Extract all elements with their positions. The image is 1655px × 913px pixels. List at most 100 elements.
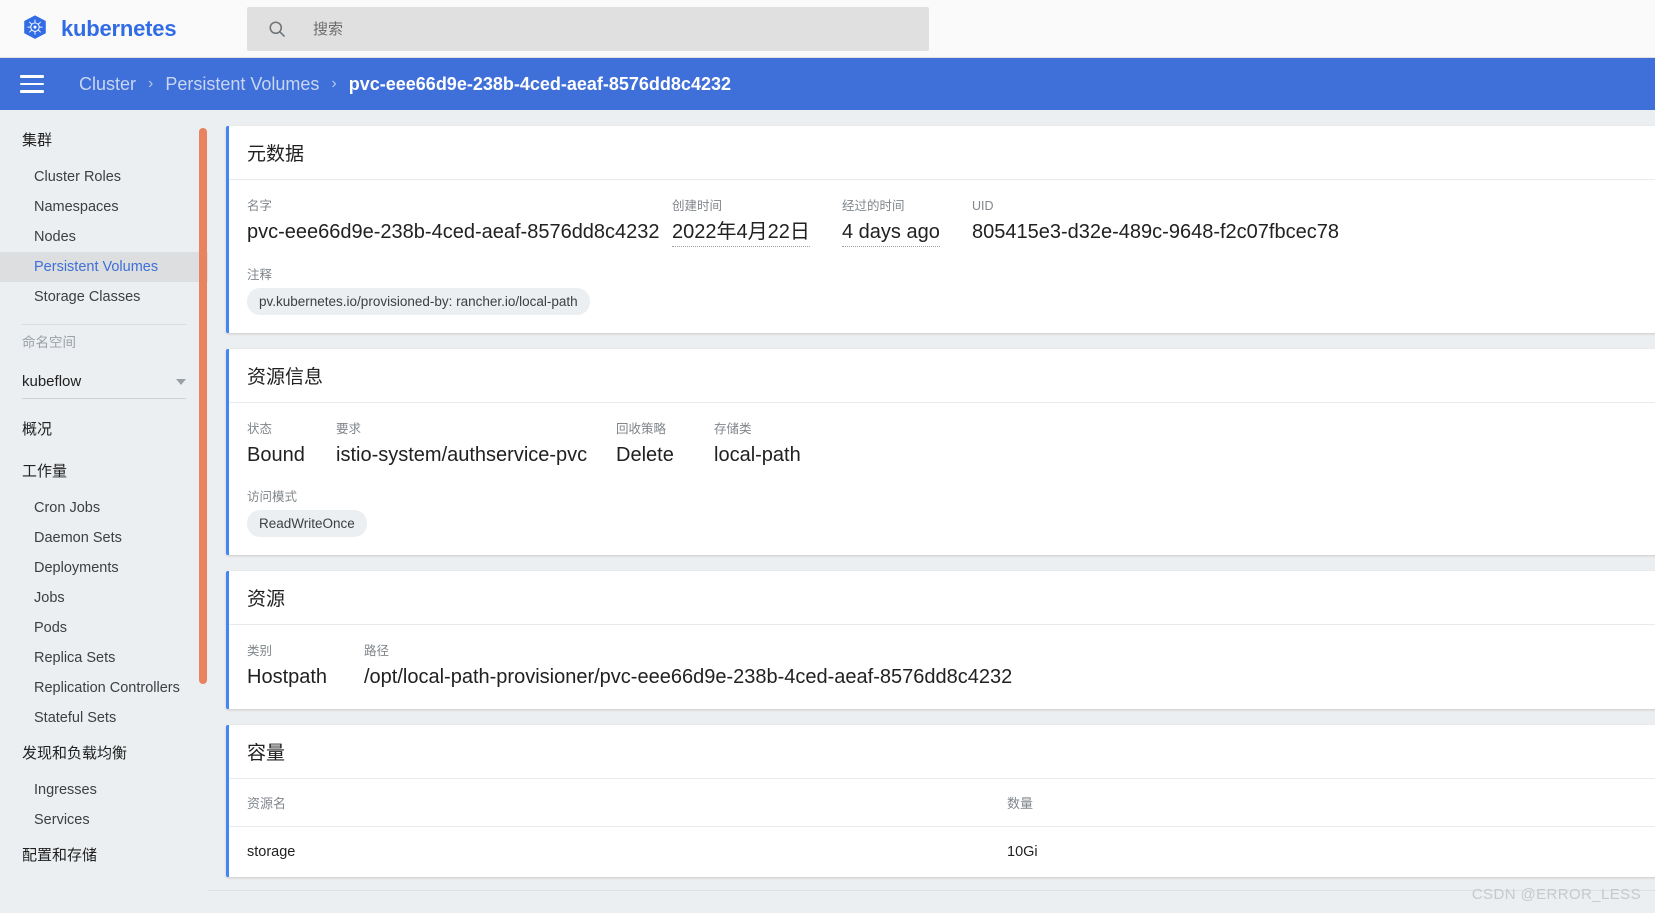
claim-value: istio-system/authservice-pvc: [336, 442, 616, 469]
metadata-annotations-label: 注释: [247, 267, 1655, 283]
storage-class-value: local-path: [714, 442, 801, 469]
table-row[interactable]: storage 10Gi: [229, 827, 1655, 878]
sidebar-item-nodes[interactable]: Nodes: [0, 222, 208, 252]
resource-info-card-body: 状态 Bound 要求 istio-system/authservice-pvc…: [229, 403, 1655, 555]
sidebar-item-jobs[interactable]: Jobs: [0, 583, 208, 613]
metadata-field-uid: UID 805415e3-d32e-489c-9648-f2c07fbcec78: [972, 198, 1339, 247]
capacity-card: 容量 资源名 数量 storage 10Gi: [226, 725, 1655, 877]
resources-field-path: 路径 /opt/local-path-provisioner/pvc-eee66…: [364, 643, 1012, 691]
sidebar-item-daemon-sets[interactable]: Daemon Sets: [0, 523, 208, 553]
sidebar-item-replication-controllers[interactable]: Replication Controllers: [0, 673, 208, 703]
reclaim-policy-value: Delete: [616, 442, 714, 469]
metadata-card-header: 元数据: [229, 126, 1655, 180]
capacity-card-title: 容量: [247, 738, 285, 765]
bottom-divider: [208, 890, 1655, 891]
resources-card-body: 类别 Hostpath 路径 /opt/local-path-provision…: [229, 625, 1655, 709]
search-icon: [267, 19, 287, 39]
resource-type-label: 类别: [247, 643, 364, 659]
brand-label: kubernetes: [61, 16, 176, 42]
namespace-select-value: kubeflow: [22, 373, 81, 390]
sidebar-item-ingresses[interactable]: Ingresses: [0, 775, 208, 805]
sidebar-item-persistent-volumes[interactable]: Persistent Volumes: [0, 252, 208, 282]
sidebar-item-deployments[interactable]: Deployments: [0, 553, 208, 583]
breadcrumb-bar: Cluster › Persistent Volumes › pvc-eee66…: [0, 58, 1655, 110]
storage-class-label: 存储类: [714, 421, 801, 437]
metadata-created-label: 创建时间: [672, 198, 842, 214]
metadata-card: 元数据 名字 pvc-eee66d9e-238b-4ced-aeaf-8576d…: [226, 126, 1655, 333]
sidebar-group-workloads: 工作量: [0, 451, 208, 493]
metadata-created-value: 2022年4月22日: [672, 219, 810, 247]
breadcrumb-item-cluster[interactable]: Cluster: [79, 74, 136, 95]
metadata-field-row: 名字 pvc-eee66d9e-238b-4ced-aeaf-8576dd8c4…: [247, 198, 1655, 247]
sidebar-namespace-label: 命名空间: [0, 325, 208, 361]
main-content: 元数据 名字 pvc-eee66d9e-238b-4ced-aeaf-8576d…: [208, 110, 1655, 913]
sidebar-item-stateful-sets[interactable]: Stateful Sets: [0, 703, 208, 733]
breadcrumb-item-persistent-volumes[interactable]: Persistent Volumes: [165, 74, 319, 95]
capacity-table: 资源名 数量 storage 10Gi: [229, 779, 1655, 877]
sidebar-item-storage-classes[interactable]: Storage Classes: [0, 282, 208, 312]
resource-info-field-access-modes: 访问模式 ReadWriteOnce: [247, 489, 1655, 537]
metadata-field-annotations: 注释 pv.kubernetes.io/provisioned-by: ranc…: [247, 267, 1655, 315]
column-header-quantity[interactable]: 数量: [989, 779, 1655, 827]
status-label: 状态: [247, 421, 336, 437]
search-box[interactable]: [247, 7, 929, 51]
sidebar-item-overview[interactable]: 概况: [0, 409, 208, 451]
sidebar-scrollbar-thumb[interactable]: [199, 128, 207, 684]
resource-info-card-title: 资源信息: [247, 362, 323, 389]
sidebar-group-discovery: 发现和负载均衡: [0, 733, 208, 775]
sidebar-item-services[interactable]: Services: [0, 805, 208, 835]
resource-type-value: Hostpath: [247, 664, 364, 691]
metadata-name-label: 名字: [247, 198, 672, 214]
resources-card: 资源 类别 Hostpath 路径 /opt/local-path-provis…: [226, 571, 1655, 709]
sidebar: 集群 Cluster Roles Namespaces Nodes Persis…: [0, 110, 208, 913]
chevron-down-icon: [176, 379, 186, 385]
metadata-card-title: 元数据: [247, 139, 304, 166]
namespace-select[interactable]: kubeflow: [22, 365, 186, 399]
access-modes-label: 访问模式: [247, 489, 1655, 505]
resources-field-type: 类别 Hostpath: [247, 643, 364, 691]
metadata-field-age: 经过的时间 4 days ago: [842, 198, 972, 247]
cell-quantity: 10Gi: [989, 827, 1655, 878]
metadata-name-value: pvc-eee66d9e-238b-4ced-aeaf-8576dd8c4232: [247, 219, 672, 246]
resource-info-field-reclaim-policy: 回收策略 Delete: [616, 421, 714, 469]
reclaim-policy-label: 回收策略: [616, 421, 714, 437]
search-input[interactable]: [313, 9, 873, 49]
sidebar-item-namespaces[interactable]: Namespaces: [0, 192, 208, 222]
metadata-card-body: 名字 pvc-eee66d9e-238b-4ced-aeaf-8576dd8c4…: [229, 180, 1655, 333]
access-mode-chip[interactable]: ReadWriteOnce: [247, 510, 367, 537]
kubernetes-helm-icon: [20, 14, 50, 44]
column-header-resource-name[interactable]: 资源名: [229, 779, 989, 827]
breadcrumb: Cluster › Persistent Volumes › pvc-eee66…: [79, 74, 731, 95]
claim-label: 要求: [336, 421, 616, 437]
sidebar-item-cluster-roles[interactable]: Cluster Roles: [0, 162, 208, 192]
resource-info-card: 资源信息 状态 Bound 要求 istio-system/authservic…: [226, 349, 1655, 555]
sidebar-item-cron-jobs[interactable]: Cron Jobs: [0, 493, 208, 523]
resource-info-field-status: 状态 Bound: [247, 421, 336, 469]
sidebar-group-cluster: 集群: [0, 120, 208, 162]
resource-info-field-storage-class: 存储类 local-path: [714, 421, 801, 469]
app-root: kubernetes Cluster › Persistent Volumes …: [0, 0, 1655, 913]
sidebar-item-replica-sets[interactable]: Replica Sets: [0, 643, 208, 673]
table-header-row: 资源名 数量: [229, 779, 1655, 827]
cell-resource-name: storage: [229, 827, 989, 878]
top-bar: kubernetes: [0, 0, 1655, 58]
breadcrumb-item-current: pvc-eee66d9e-238b-4ced-aeaf-8576dd8c4232: [349, 74, 731, 95]
resource-info-card-header: 资源信息: [229, 349, 1655, 403]
resource-info-field-claim: 要求 istio-system/authservice-pvc: [336, 421, 616, 469]
metadata-field-created: 创建时间 2022年4月22日: [672, 198, 842, 247]
resources-card-header: 资源: [229, 571, 1655, 625]
resource-path-label: 路径: [364, 643, 1012, 659]
annotation-chip[interactable]: pv.kubernetes.io/provisioned-by: rancher…: [247, 288, 590, 315]
breadcrumb-separator-icon: ›: [148, 75, 153, 93]
breadcrumb-separator-icon: ›: [331, 75, 336, 93]
sidebar-item-pods[interactable]: Pods: [0, 613, 208, 643]
capacity-card-header: 容量: [229, 725, 1655, 779]
resources-card-title: 资源: [247, 584, 285, 611]
status-value: Bound: [247, 442, 336, 469]
resource-path-value: /opt/local-path-provisioner/pvc-eee66d9e…: [364, 664, 1012, 691]
brand[interactable]: kubernetes: [20, 14, 228, 44]
metadata-uid-label: UID: [972, 198, 1339, 214]
metadata-age-value: 4 days ago: [842, 219, 940, 247]
hamburger-menu-icon[interactable]: [20, 75, 44, 93]
metadata-field-name: 名字 pvc-eee66d9e-238b-4ced-aeaf-8576dd8c4…: [247, 198, 672, 247]
